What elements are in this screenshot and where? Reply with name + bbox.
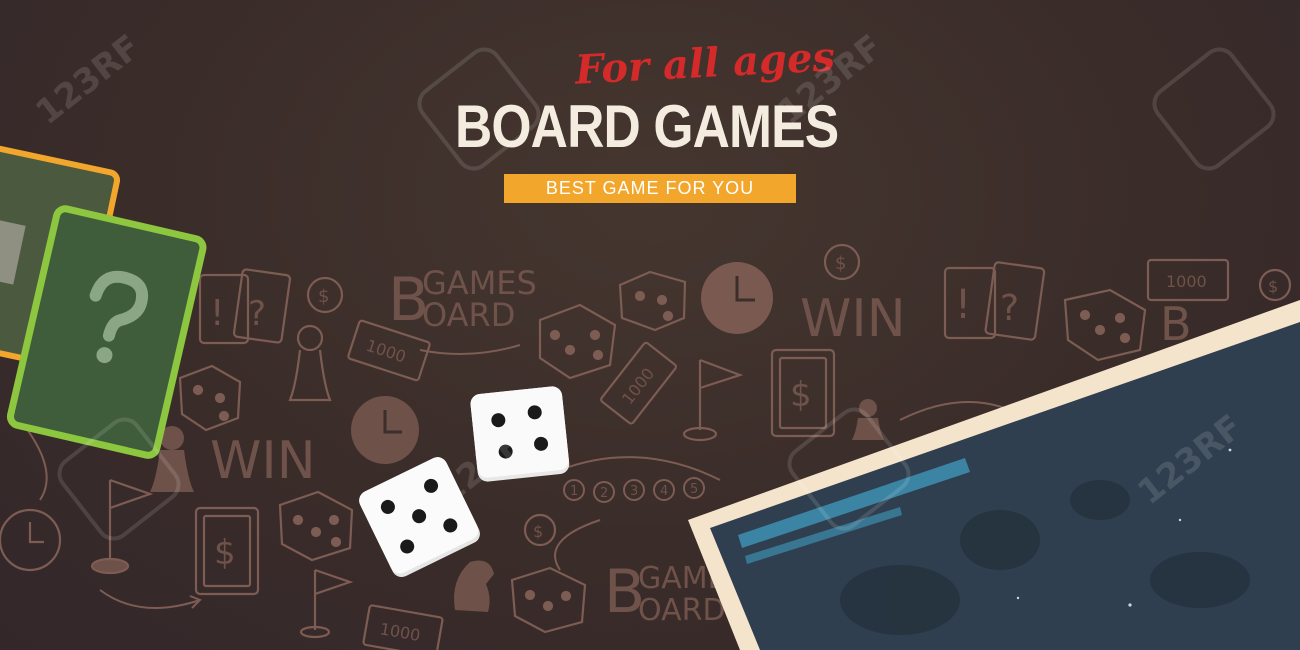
board-games-banner: B GAMES OARD B GAME OARD WIN WIN 1000 10…	[0, 0, 1300, 650]
dice-group	[359, 386, 570, 578]
